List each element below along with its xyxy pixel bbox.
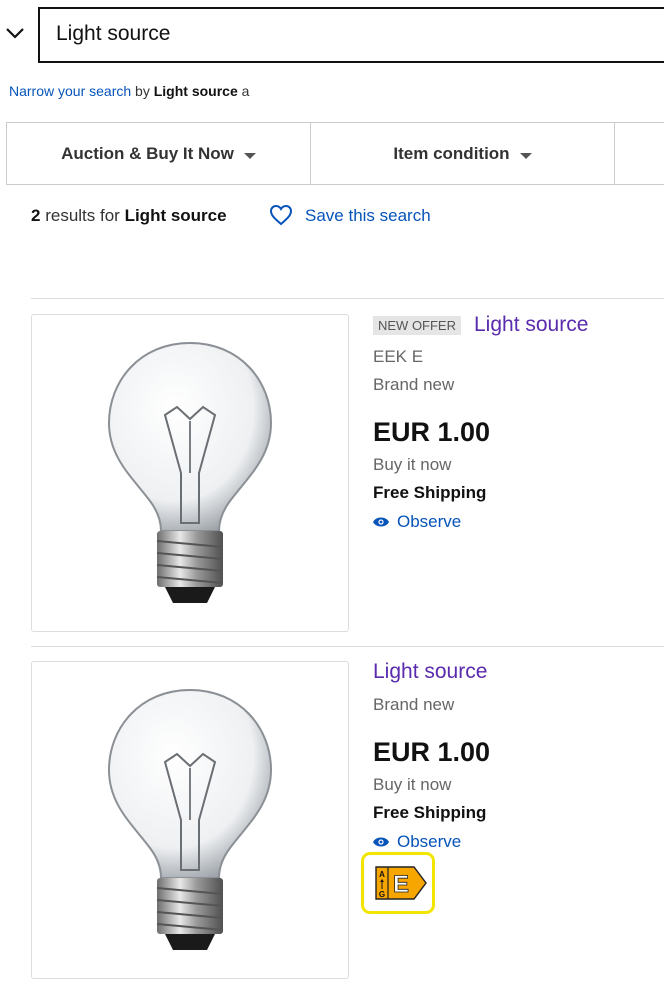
item-shipping: Free Shipping: [373, 803, 487, 822]
divider: [31, 298, 664, 299]
item-title-link[interactable]: Light source: [474, 313, 588, 337]
energy-label-highlight[interactable]: A G E: [361, 852, 435, 914]
save-search-link[interactable]: Save this search: [305, 206, 431, 226]
energy-class: E: [393, 871, 409, 898]
search-input-value: Light source: [56, 22, 171, 45]
light-bulb-image: [107, 688, 273, 950]
observe-button[interactable]: Observe: [373, 832, 461, 852]
new-offer-badge: NEW OFFER: [373, 316, 461, 335]
item-subtitle: EEK E: [373, 347, 424, 366]
filter-auction-buy-it-now[interactable]: Auction & Buy It Now: [7, 123, 310, 184]
narrow-search-link[interactable]: Narrow your search: [9, 83, 131, 99]
observe-button[interactable]: Observe: [373, 512, 461, 532]
item-format: Buy it now: [373, 455, 452, 474]
filter-bar: Auction & Buy It Now Item condition: [6, 122, 664, 185]
heart-icon[interactable]: [269, 204, 293, 226]
item-shipping: Free Shipping: [373, 483, 487, 502]
energy-range-top: A: [379, 870, 385, 879]
energy-class-label: A G E: [375, 866, 427, 900]
item-price: EUR 1.00: [373, 417, 491, 447]
item-condition: Brand new: [373, 695, 455, 714]
energy-range-bottom: G: [379, 890, 385, 899]
item-image[interactable]: [31, 661, 349, 979]
eye-icon: [373, 837, 389, 847]
item-price: EUR 1.00: [373, 737, 491, 767]
item-condition: Brand new: [373, 375, 455, 394]
caret-down-icon: [519, 152, 532, 159]
item-image[interactable]: [31, 314, 349, 632]
item-format: Buy it now: [373, 775, 452, 794]
divider: [31, 646, 664, 647]
narrow-search-term: Light source: [153, 83, 238, 99]
eye-icon: [373, 517, 389, 527]
chevron-down-icon[interactable]: [4, 22, 26, 44]
narrow-search-hint: Narrow your search by Light source a: [9, 83, 250, 99]
light-bulb-image: [107, 341, 273, 603]
filter-item-condition[interactable]: Item condition: [311, 123, 614, 184]
item-title-link[interactable]: Light source: [373, 660, 487, 684]
caret-down-icon: [243, 152, 256, 159]
results-count: 2 results for Light source: [31, 206, 227, 225]
